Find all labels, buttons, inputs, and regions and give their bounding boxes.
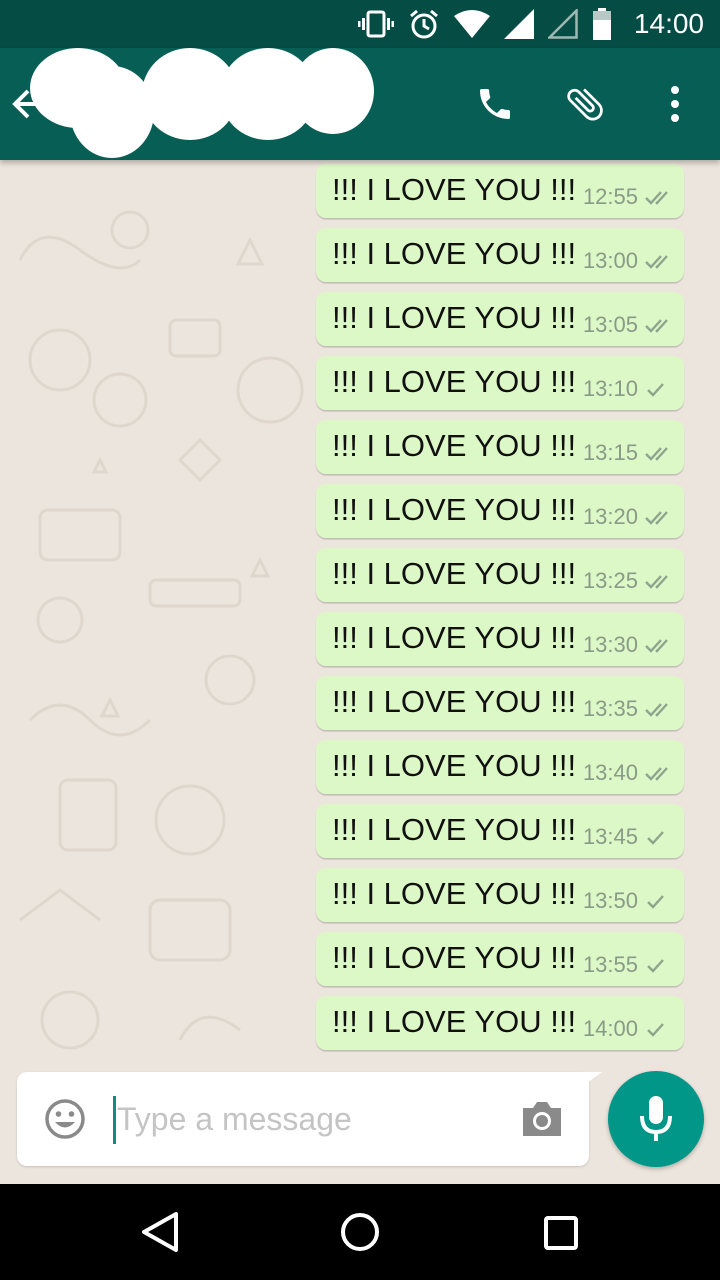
- message-time: 13:35: [582, 696, 638, 721]
- single-check-icon: [644, 380, 670, 398]
- more-icon[interactable]: [650, 79, 700, 129]
- message-text: !!! I LOVE YOU !!!: [332, 236, 577, 271]
- message-time: 12:55: [582, 184, 638, 209]
- message-bubble[interactable]: !!! I LOVE YOU !!! 13:35: [316, 676, 684, 730]
- message-text: !!! I LOVE YOU !!!: [332, 748, 577, 783]
- message-list[interactable]: !!! I LOVE YOU !!! 12:55!!! I LOVE YOU !!…: [0, 160, 720, 1184]
- double-check-icon: [644, 700, 670, 718]
- home-circle-icon[interactable]: [336, 1208, 384, 1256]
- alarm-icon: [408, 8, 440, 40]
- message-input[interactable]: [117, 1090, 497, 1148]
- status-bar: 14:00: [0, 0, 720, 48]
- double-check-icon: [644, 316, 670, 334]
- single-check-icon: [644, 828, 670, 846]
- message-time: 13:15: [582, 440, 638, 465]
- double-check-icon: [644, 572, 670, 590]
- message-time: 13:55: [582, 952, 638, 977]
- message-meta: 13:35: [583, 696, 670, 722]
- message-bubble[interactable]: !!! I LOVE YOU !!! 13:40: [316, 740, 684, 794]
- message-text: !!! I LOVE YOU !!!: [332, 300, 577, 335]
- message-composer: [17, 1072, 589, 1166]
- composer-tail: [580, 1072, 602, 1088]
- message-meta: 13:50: [583, 888, 670, 914]
- message-meta: 13:45: [583, 824, 670, 850]
- single-check-icon: [644, 956, 670, 974]
- message-time: 14:00: [582, 1016, 638, 1041]
- message-text: !!! I LOVE YOU !!!: [332, 684, 577, 719]
- message-bubble[interactable]: !!! I LOVE YOU !!! 14:00: [316, 996, 684, 1050]
- message-time: 13:20: [582, 504, 638, 529]
- double-check-icon: [644, 508, 670, 526]
- signal-icon: [503, 9, 534, 39]
- message-time: 13:30: [582, 632, 638, 657]
- message-meta: 13:00: [583, 248, 670, 274]
- mic-button[interactable]: [608, 1071, 704, 1167]
- message-bubble[interactable]: !!! I LOVE YOU !!! 13:00: [316, 228, 684, 282]
- whatsapp-chat-screen: 14:00 !!! I LOVE YOU !!! 12:55 !!! I LOV…: [0, 0, 720, 1280]
- message-bubble[interactable]: !!! I LOVE YOU !!! 13:55: [316, 932, 684, 986]
- message-meta: 13:05: [583, 312, 670, 338]
- message-text: !!! I LOVE YOU !!!: [332, 1004, 577, 1039]
- double-check-icon: [644, 764, 670, 782]
- chat-header: [0, 48, 720, 160]
- message-bubble[interactable]: !!! I LOVE YOU !!! 13:15: [316, 420, 684, 474]
- message-time: 13:40: [582, 760, 638, 785]
- message-bubble[interactable]: !!! I LOVE YOU !!! 13:05: [316, 292, 684, 346]
- message-meta: 13:55: [583, 952, 670, 978]
- message-meta: 12:55: [583, 184, 670, 210]
- contact-name-redacted[interactable]: [30, 48, 380, 160]
- message-text: !!! I LOVE YOU !!!: [332, 556, 577, 591]
- message-bubble[interactable]: !!! I LOVE YOU !!! 12:55: [316, 164, 684, 218]
- double-check-icon: [644, 636, 670, 654]
- message-text: !!! I LOVE YOU !!!: [332, 876, 577, 911]
- battery-icon: [592, 8, 612, 40]
- message-time: 13:50: [582, 888, 638, 913]
- message-text: !!! I LOVE YOU !!!: [332, 940, 577, 975]
- recents-square-icon[interactable]: [536, 1208, 584, 1256]
- message-bubble[interactable]: !!! I LOVE YOU !!! 13:30: [316, 612, 684, 666]
- message-meta: 13:25: [583, 568, 670, 594]
- microphone-icon: [640, 1096, 672, 1141]
- back-triangle-icon[interactable]: [136, 1208, 184, 1256]
- double-check-icon: [644, 188, 670, 206]
- message-bubble[interactable]: !!! I LOVE YOU !!! 13:50: [316, 868, 684, 922]
- message-meta: 14:00: [583, 1016, 670, 1042]
- single-check-icon: [644, 892, 670, 910]
- message-text: !!! I LOVE YOU !!!: [332, 364, 577, 399]
- double-check-icon: [644, 444, 670, 462]
- message-bubble[interactable]: !!! I LOVE YOU !!! 13:45: [316, 804, 684, 858]
- message-text: !!! I LOVE YOU !!!: [332, 428, 577, 463]
- message-time: 13:00: [582, 248, 638, 273]
- message-text: !!! I LOVE YOU !!!: [332, 620, 577, 655]
- message-text: !!! I LOVE YOU !!!: [332, 812, 577, 847]
- single-check-icon: [644, 1020, 670, 1038]
- message-text: !!! I LOVE YOU !!!: [332, 492, 577, 527]
- message-time: 13:10: [582, 376, 638, 401]
- message-meta: 13:15: [583, 440, 670, 466]
- emoji-icon[interactable]: [43, 1097, 87, 1141]
- message-bubble[interactable]: !!! I LOVE YOU !!! 13:10: [316, 356, 684, 410]
- message-time: 13:05: [582, 312, 638, 337]
- double-check-icon: [644, 252, 670, 270]
- message-bubble[interactable]: !!! I LOVE YOU !!! 13:25: [316, 548, 684, 602]
- camera-icon[interactable]: [519, 1098, 565, 1140]
- phone-icon[interactable]: [470, 79, 520, 129]
- message-meta: 13:30: [583, 632, 670, 658]
- message-meta: 13:10: [583, 376, 670, 402]
- signal-empty-icon: [547, 9, 578, 39]
- attach-icon[interactable]: [560, 79, 610, 129]
- system-nav-bar: [0, 1184, 720, 1280]
- wifi-icon: [453, 10, 490, 38]
- status-time: 14:00: [633, 8, 704, 39]
- text-cursor: [113, 1096, 116, 1144]
- message-time: 13:45: [582, 824, 638, 849]
- message-meta: 13:20: [583, 504, 670, 530]
- message-text: !!! I LOVE YOU !!!: [332, 172, 577, 207]
- vibrate-icon: [357, 10, 394, 38]
- message-bubble[interactable]: !!! I LOVE YOU !!! 13:20: [316, 484, 684, 538]
- message-meta: 13:40: [583, 760, 670, 786]
- message-time: 13:25: [582, 568, 638, 593]
